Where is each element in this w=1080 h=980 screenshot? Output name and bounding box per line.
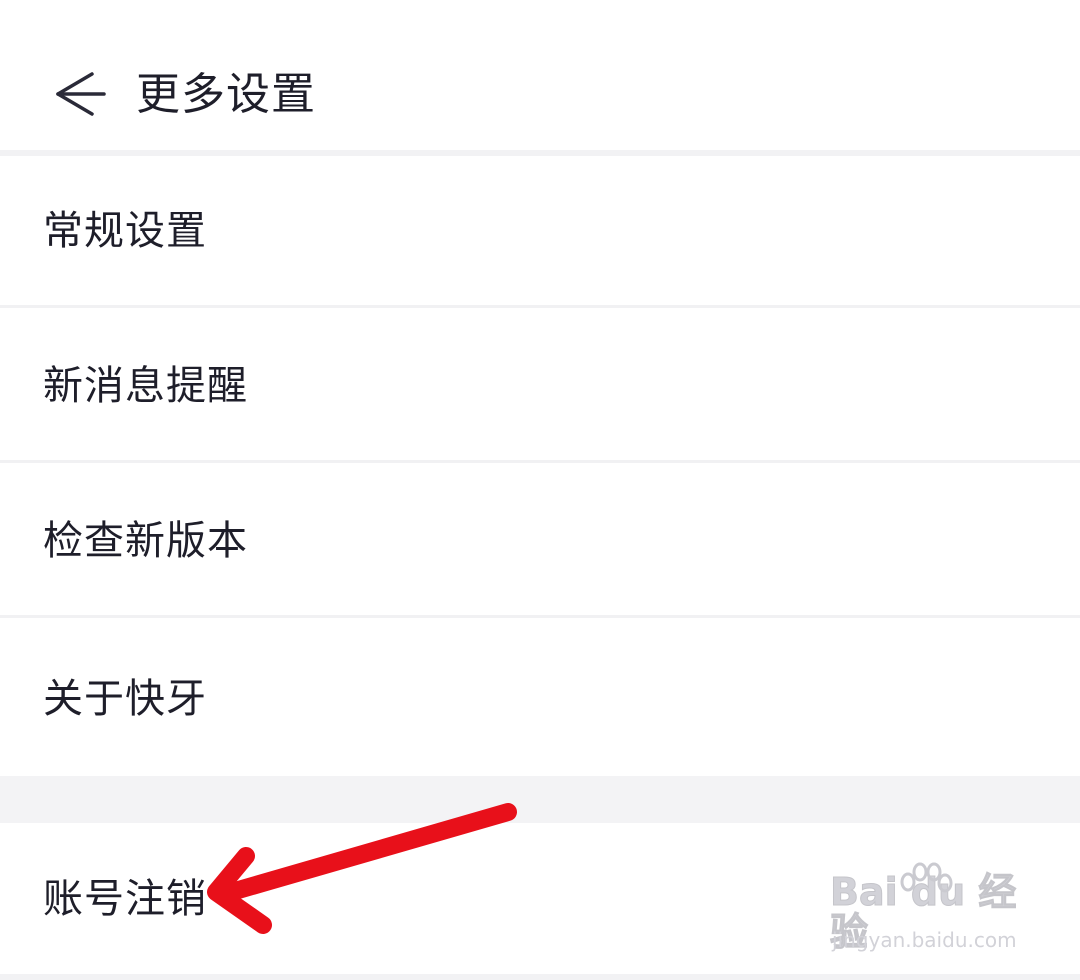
- top-app-bar: 更多设置: [0, 0, 1080, 150]
- menu-item-new-message-alerts[interactable]: 新消息提醒: [0, 311, 1080, 463]
- bottom-divider: [0, 974, 1080, 980]
- menu-item-label: 关于快牙: [43, 675, 207, 722]
- menu-item-label: 账号注销: [43, 875, 207, 922]
- section-gap: [0, 776, 1080, 823]
- menu-item-check-new-version[interactable]: 检查新版本: [0, 466, 1080, 618]
- menu-item-general-settings[interactable]: 常规设置: [0, 156, 1080, 308]
- watermark-url: jingyan.baidu.com: [832, 928, 1017, 952]
- menu-item-label: 检查新版本: [43, 517, 248, 564]
- baidu-jingyan-watermark: Bai du 经验 jingyan.baidu.com: [830, 862, 1030, 962]
- baidu-paw-icon: [900, 862, 953, 893]
- back-arrow-icon[interactable]: [48, 62, 112, 126]
- menu-item-label: 新消息提醒: [43, 362, 248, 409]
- menu-item-label: 常规设置: [43, 207, 207, 254]
- menu-item-about[interactable]: 关于快牙: [0, 621, 1080, 776]
- page-title: 更多设置: [136, 69, 316, 120]
